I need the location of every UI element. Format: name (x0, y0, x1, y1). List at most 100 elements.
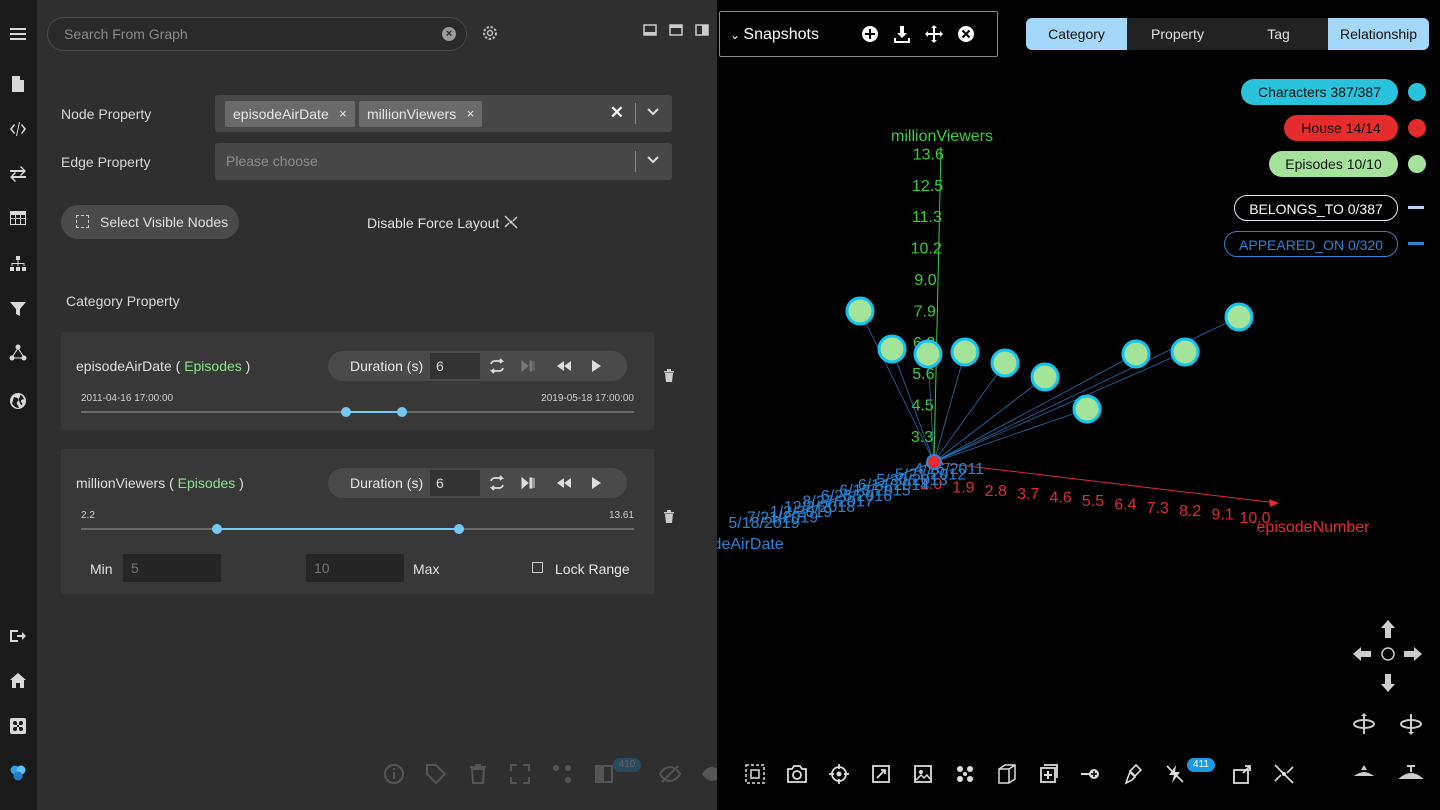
transfer-icon[interactable] (6, 162, 30, 186)
lock-range-checkbox[interactable] (532, 562, 543, 573)
clear-search-icon[interactable]: × (442, 27, 456, 41)
filter-icon[interactable] (6, 297, 30, 321)
delete-icon[interactable] (467, 763, 489, 785)
graph-canvas[interactable]: 3.34.55.66.87.99.010.211.312.513.6millio… (717, 0, 1440, 810)
chevron-down-icon[interactable] (646, 153, 660, 167)
tilt-down-icon[interactable] (1352, 760, 1376, 784)
trash-icon[interactable] (663, 369, 675, 382)
rewind-icon[interactable] (555, 358, 573, 374)
step-icon[interactable] (520, 358, 538, 374)
play-icon[interactable] (587, 475, 605, 491)
graph-icon[interactable] (6, 341, 30, 365)
episode-node (1030, 362, 1060, 392)
brush-icon[interactable] (1122, 763, 1144, 785)
range-min-label: 2011-04-16 17:00:00 (81, 393, 174, 404)
clear-selection-icon[interactable]: ✕ (610, 103, 624, 123)
close-snapshots-icon[interactable] (956, 24, 976, 44)
duration-input[interactable] (430, 470, 480, 496)
add-node-icon[interactable] (1038, 763, 1060, 785)
cube-icon[interactable] (996, 763, 1018, 785)
camera-icon[interactable] (786, 763, 808, 785)
edge-property-select[interactable]: Please choose (215, 143, 672, 180)
add-snapshot-icon[interactable] (860, 24, 880, 44)
menu-icon[interactable] (6, 22, 30, 46)
select-all-icon[interactable] (744, 763, 766, 785)
force-layout-icon[interactable] (503, 214, 519, 230)
rotate-right-icon[interactable] (1399, 712, 1423, 736)
chevron-down-icon[interactable] (646, 105, 660, 119)
export-icon[interactable] (1231, 763, 1253, 785)
range-slider-track[interactable] (81, 407, 634, 417)
expand-icon[interactable] (509, 763, 531, 785)
range-start-handle[interactable] (341, 407, 352, 417)
image-icon[interactable] (912, 763, 934, 785)
step-icon[interactable] (520, 475, 538, 491)
range-max-label: 2019-05-18 17:00:00 (541, 393, 634, 404)
chip-remove-icon[interactable]: × (339, 101, 347, 127)
chip-remove-icon[interactable]: × (467, 101, 475, 127)
min-input[interactable] (123, 554, 221, 582)
tab-category[interactable]: Category (1026, 18, 1127, 50)
settings-icon[interactable] (481, 24, 499, 42)
tag-icon[interactable] (425, 763, 447, 785)
node-property-select[interactable]: episodeAirDate × millionViewers × ✕ (215, 95, 672, 132)
move-icon[interactable] (924, 24, 944, 44)
home-icon[interactable] (6, 669, 30, 693)
max-input[interactable] (306, 554, 404, 582)
minimize-icon[interactable] (643, 24, 657, 36)
range-slider-track[interactable] (81, 524, 634, 534)
command-icon[interactable] (6, 714, 30, 738)
download-icon[interactable] (892, 24, 912, 44)
pan-left-icon[interactable] (1351, 642, 1375, 666)
force-layout-toggle-icon[interactable] (1273, 763, 1295, 785)
legend-episodes[interactable]: Episodes 10/10 (1269, 151, 1398, 177)
range-end-handle[interactable] (454, 524, 465, 534)
add-edge-icon[interactable] (1080, 763, 1102, 785)
legend-appeared-on[interactable]: APPEARED_ON 0/320 (1224, 231, 1398, 257)
tilt-up-icon[interactable] (1399, 760, 1423, 784)
legend-belongs-to[interactable]: BELONGS_TO 0/387 (1234, 195, 1398, 221)
tab-tag[interactable]: Tag (1228, 18, 1329, 50)
loop-icon[interactable] (488, 475, 506, 491)
network-icon[interactable] (551, 763, 573, 785)
range-end-handle[interactable] (396, 407, 407, 417)
legend-characters[interactable]: Characters 387/387 (1241, 79, 1398, 105)
hierarchy-icon[interactable] (6, 252, 30, 276)
play-icon[interactable] (587, 358, 605, 374)
maximize-icon[interactable] (669, 24, 683, 36)
cluster-icon[interactable] (954, 763, 976, 785)
tab-property[interactable]: Property (1127, 18, 1228, 50)
trash-icon[interactable] (663, 510, 675, 523)
range-start-handle[interactable] (212, 524, 223, 534)
legend-house[interactable]: House 14/14 (1284, 115, 1398, 141)
y-axis-title: millionViewers (891, 128, 993, 145)
tab-relationship[interactable]: Relationship (1328, 18, 1429, 50)
pan-down-icon[interactable] (1376, 670, 1400, 694)
pan-up-icon[interactable] (1376, 618, 1400, 642)
no-flash-icon[interactable] (1164, 763, 1186, 785)
globe-icon[interactable] (6, 389, 30, 413)
logo-icon[interactable] (6, 761, 30, 785)
disable-force-layout-button[interactable]: Disable Force Layout (367, 215, 499, 231)
code-icon[interactable] (6, 117, 30, 141)
edge-appeared-on (933, 351, 1186, 463)
invert-icon[interactable] (593, 763, 615, 785)
fit-icon[interactable] (870, 763, 892, 785)
loop-icon[interactable] (488, 358, 506, 374)
focus-icon[interactable] (828, 763, 850, 785)
table-icon[interactable] (6, 206, 30, 230)
rewind-icon[interactable] (555, 475, 573, 491)
snapshots-title[interactable]: ⌄ Snapshots (730, 26, 819, 44)
dock-icon[interactable] (695, 24, 709, 36)
reset-view-icon[interactable] (1376, 642, 1400, 666)
select-visible-nodes-button[interactable]: Select Visible Nodes (61, 205, 239, 239)
duration-input[interactable] (430, 353, 480, 379)
edge-appeared-on (859, 310, 935, 463)
file-icon[interactable] (6, 72, 30, 96)
hide-icon[interactable] (659, 763, 681, 785)
sign-out-icon[interactable] (6, 624, 30, 648)
search-input[interactable] (64, 18, 434, 50)
pan-right-icon[interactable] (1400, 642, 1424, 666)
info-icon[interactable] (383, 763, 405, 785)
rotate-left-icon[interactable] (1352, 712, 1376, 736)
